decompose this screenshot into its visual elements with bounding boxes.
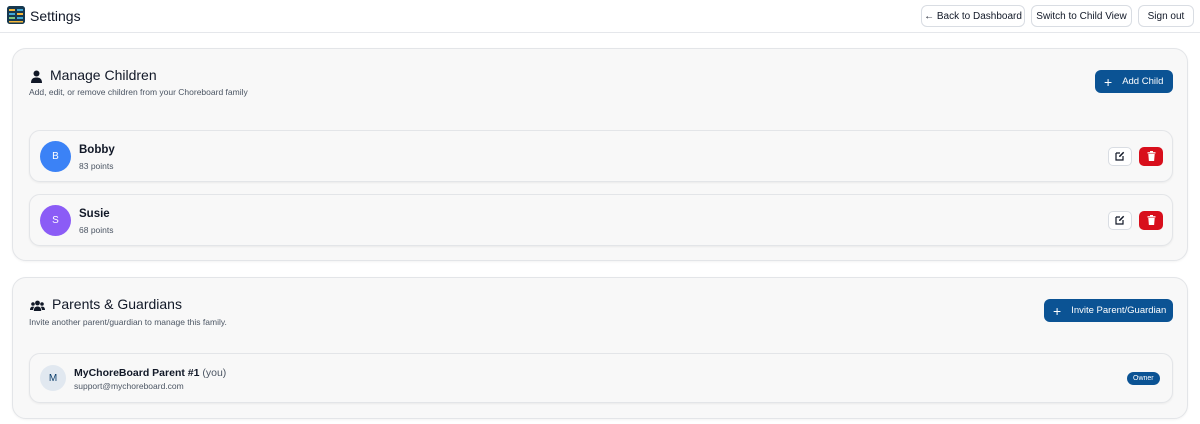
plus-icon: + xyxy=(1053,302,1062,319)
add-child-label: Add Child xyxy=(1122,76,1164,87)
parents-guardians-heading: Parents & Guardians xyxy=(30,295,182,313)
delete-child-button[interactable] xyxy=(1139,147,1163,166)
parent-name-text: MyChoreBoard Parent #1 xyxy=(74,367,200,379)
manage-children-title: Manage Children xyxy=(50,67,157,83)
manage-children-heading: Manage Children xyxy=(30,66,157,84)
edit-icon xyxy=(1115,148,1125,166)
manage-children-subtitle: Add, edit, or remove children from your … xyxy=(29,87,248,97)
child-points: 83 points xyxy=(79,161,114,171)
child-name: Susie xyxy=(79,208,110,220)
switch-to-child-view-button[interactable]: Switch to Child View xyxy=(1031,5,1132,27)
trash-icon xyxy=(1147,148,1156,166)
child-row: B Bobby 83 points xyxy=(29,130,1173,182)
manage-children-card: Manage Children Add, edit, or remove chi… xyxy=(12,48,1188,261)
invite-parent-button[interactable]: + Invite Parent/Guardian xyxy=(1044,299,1173,322)
parents-guardians-subtitle: Invite another parent/guardian to manage… xyxy=(29,317,227,327)
owner-badge: Owner xyxy=(1127,372,1160,385)
sign-out-button[interactable]: Sign out xyxy=(1138,5,1194,27)
trash-icon xyxy=(1147,212,1156,230)
top-bar: Settings ← Back to Dashboard Switch to C… xyxy=(0,0,1200,33)
child-points: 68 points xyxy=(79,225,114,235)
add-child-button[interactable]: + Add Child xyxy=(1095,70,1173,93)
parent-row: M MyChoreBoard Parent #1 (you) support@m… xyxy=(29,353,1173,403)
parents-guardians-card: Parents & Guardians Invite another paren… xyxy=(12,277,1188,419)
child-row: S Susie 68 points xyxy=(29,194,1173,246)
edit-child-button[interactable] xyxy=(1108,211,1132,230)
back-to-dashboard-button[interactable]: ← Back to Dashboard xyxy=(921,5,1025,27)
edit-icon xyxy=(1115,212,1125,230)
avatar: M xyxy=(40,365,66,391)
edit-child-button[interactable] xyxy=(1108,147,1132,166)
person-icon xyxy=(30,69,43,83)
you-label: (you) xyxy=(202,367,227,379)
parent-name: MyChoreBoard Parent #1 (you) xyxy=(74,366,226,380)
invite-parent-label: Invite Parent/Guardian xyxy=(1071,305,1167,316)
parent-email: support@mychoreboard.com xyxy=(74,381,184,391)
users-icon xyxy=(30,298,45,311)
avatar: B xyxy=(40,141,71,172)
avatar: S xyxy=(40,205,71,236)
parents-guardians-title: Parents & Guardians xyxy=(52,296,182,312)
child-name: Bobby xyxy=(79,144,115,156)
delete-child-button[interactable] xyxy=(1139,211,1163,230)
page-title: Settings xyxy=(30,8,81,24)
app-logo-icon xyxy=(7,6,25,24)
plus-icon: + xyxy=(1104,73,1113,90)
